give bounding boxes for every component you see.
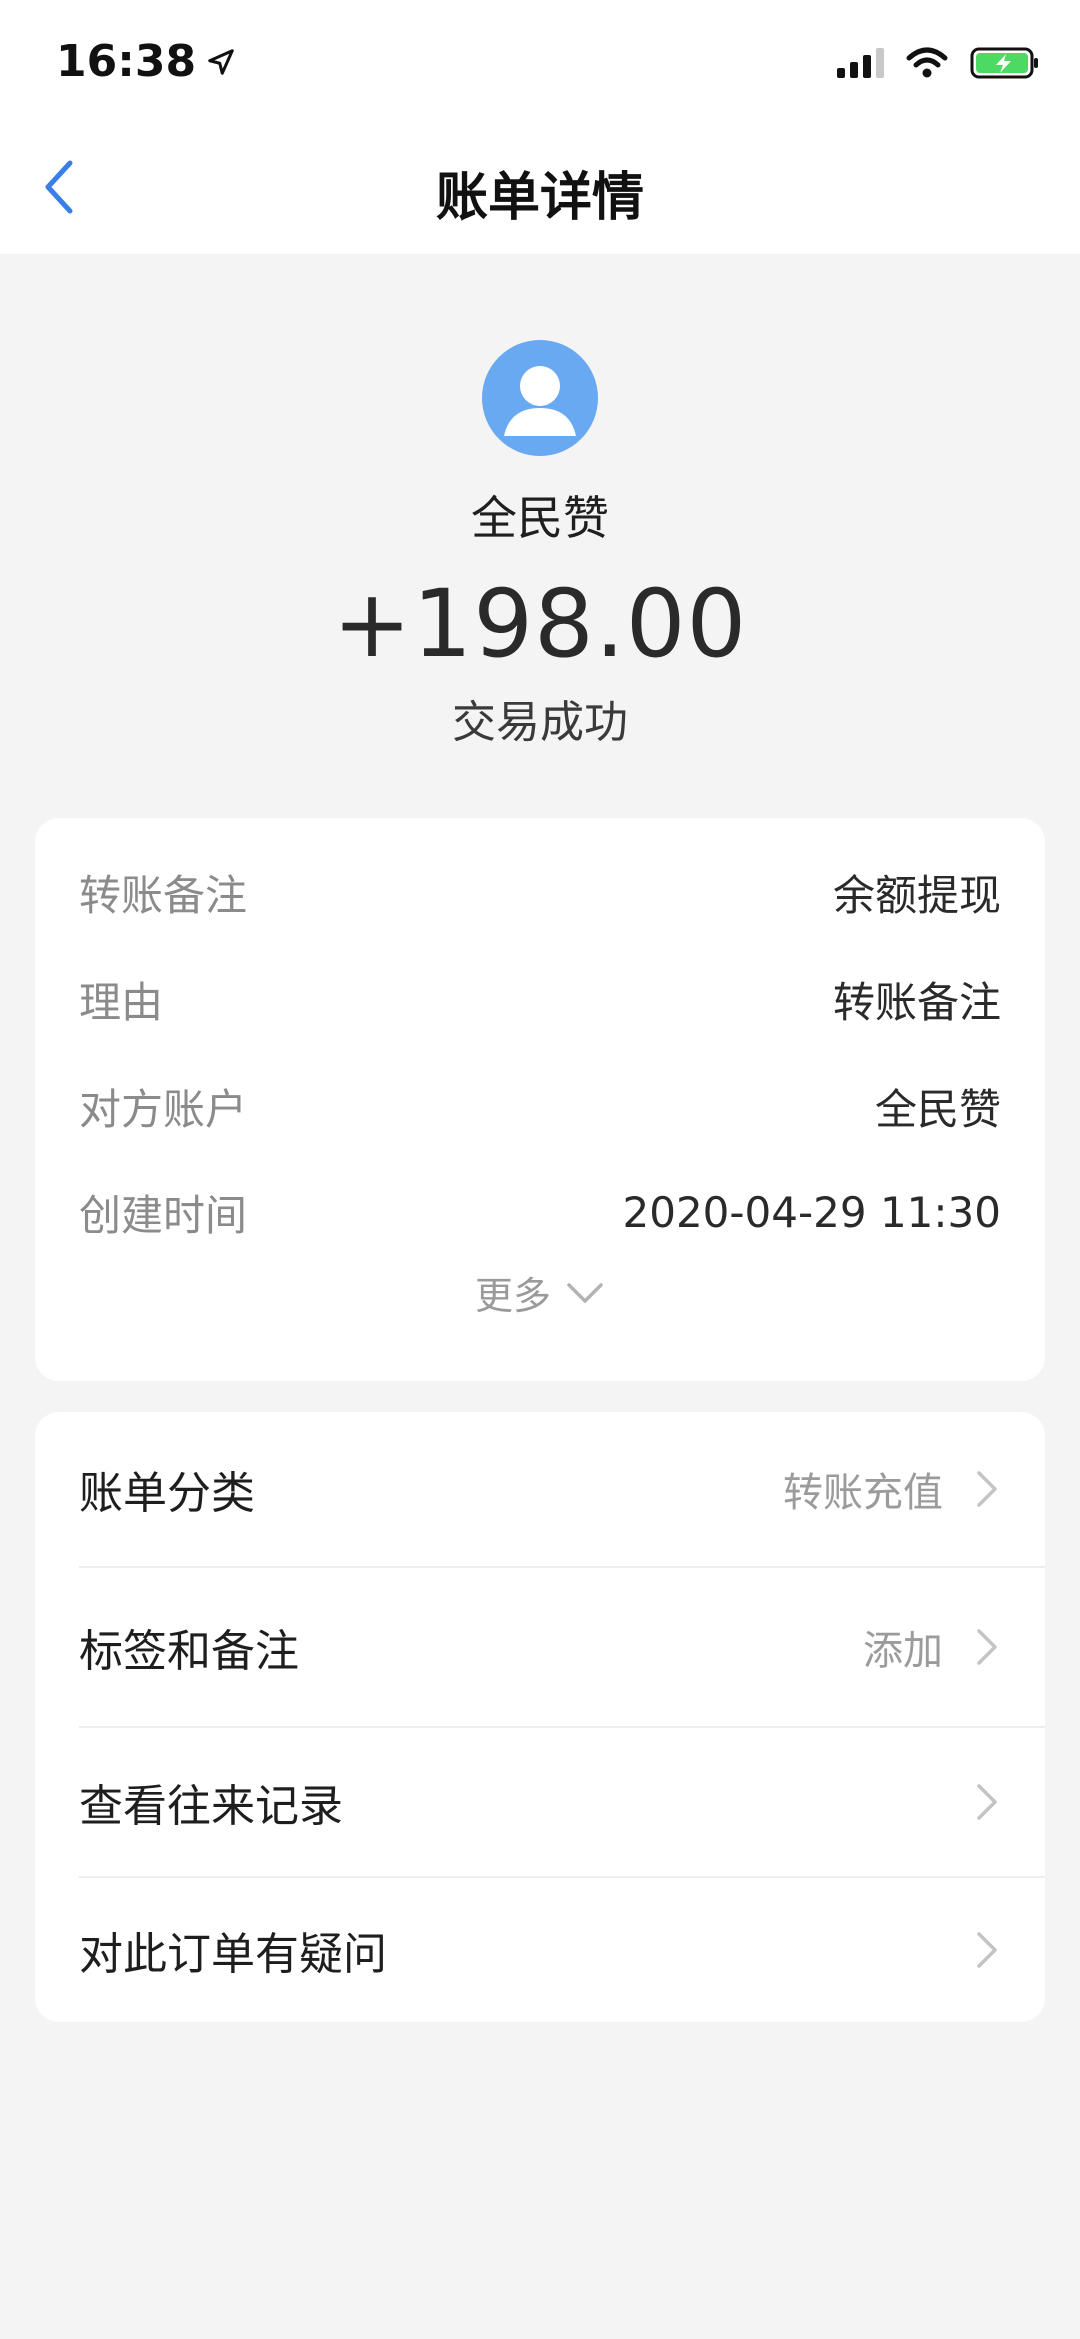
actions-card: 账单分类 转账充值 标签和备注 添加 查看往来记录 对此订单有疑问 (35, 1412, 1045, 2022)
status-icons (837, 46, 1040, 80)
detail-label: 转账备注 (79, 870, 248, 920)
detail-label: 创建时间 (79, 1190, 248, 1240)
menu-item-value: 添加 (863, 1628, 943, 1674)
detail-value: 余额提现 (832, 870, 1001, 920)
chevron-down-icon (567, 1282, 603, 1303)
chevron-right-icon (977, 1932, 997, 1968)
transaction-amount: +198.00 (332, 570, 748, 679)
chevron-right-icon (977, 1629, 997, 1665)
signal-icon (837, 48, 884, 78)
menu-item-order-question[interactable]: 对此订单有疑问 (35, 1878, 1045, 2022)
detail-value: 2020-04-29 11:30 (622, 1187, 1001, 1237)
page-title: 账单详情 (435, 168, 644, 228)
menu-item-bill-category[interactable]: 账单分类 转账充值 (35, 1412, 1045, 1566)
top-bar: 16:38 账单详情 (0, 0, 1080, 254)
location-arrow-icon (208, 48, 234, 75)
detail-row-reason: 理由 转账备注 (79, 969, 1001, 1029)
detail-value: 全民赞 (874, 1084, 1001, 1134)
menu-item-history[interactable]: 查看往来记录 (35, 1728, 1045, 1876)
detail-row-remark: 转账备注 余额提现 (79, 862, 1001, 922)
status-time: 16:38 (56, 36, 236, 87)
detail-label: 理由 (79, 977, 164, 1027)
menu-item-label: 对此订单有疑问 (79, 1929, 387, 1980)
detail-label: 对方账户 (79, 1084, 248, 1134)
menu-item-label: 查看往来记录 (79, 1781, 343, 1832)
menu-item-label: 账单分类 (79, 1468, 255, 1519)
detail-row-counterparty: 对方账户 全民赞 (79, 1076, 1001, 1136)
payee-name: 全民赞 (471, 491, 609, 545)
status-time-text: 16:38 (56, 36, 197, 87)
more-button[interactable]: 更多 (35, 1265, 1045, 1320)
transaction-status: 交易成功 (452, 697, 628, 748)
battery-charging-icon (970, 47, 1038, 79)
chevron-right-icon (977, 1471, 997, 1507)
menu-item-label: 标签和备注 (79, 1626, 299, 1677)
more-label: 更多 (474, 1274, 551, 1318)
menu-item-value: 转账充值 (783, 1470, 943, 1516)
wifi-icon (906, 47, 948, 78)
detail-value: 转账备注 (832, 977, 1001, 1027)
user-avatar-icon (482, 340, 598, 456)
chevron-right-icon (977, 1784, 997, 1820)
detail-row-created-time: 创建时间 2020-04-29 11:30 (79, 1182, 1001, 1242)
menu-item-tags-notes[interactable]: 标签和备注 添加 (35, 1568, 1045, 1726)
